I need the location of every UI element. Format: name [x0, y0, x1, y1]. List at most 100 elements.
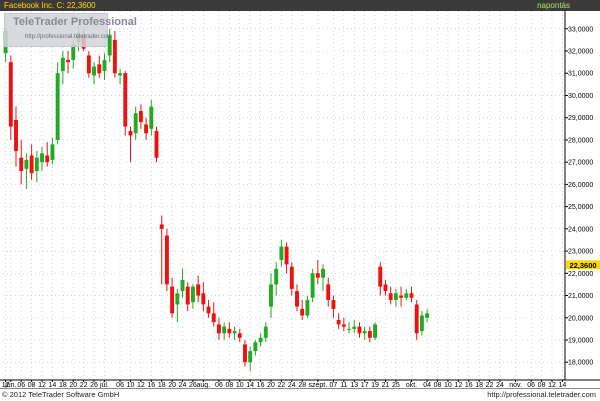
chart-footer: © 2012 TeleTrader Software GmbH http://p… [0, 388, 600, 401]
logo-url: http://professional.teletrader.com [25, 34, 113, 40]
candle-body [248, 351, 253, 363]
candle-body [419, 315, 424, 332]
candle-body [14, 119, 18, 152]
candle-body [24, 159, 29, 169]
candle-body [341, 324, 346, 327]
y-tick-label: 23,0000 [568, 249, 593, 256]
candle-body [159, 224, 164, 229]
y-tick-label: 18,0000 [568, 360, 593, 367]
y-tick-label: 31,0000 [568, 71, 593, 78]
candle-body [29, 155, 34, 174]
candle-body [331, 299, 336, 309]
candle-body [357, 326, 362, 334]
candle-body [305, 299, 310, 316]
y-tick-label: 28,0000 [568, 137, 593, 144]
instrument-title: Facebook Inc. C: 22,3600 [4, 1, 96, 10]
candle-body [196, 284, 201, 296]
candle-body [34, 157, 39, 172]
candle-body [102, 59, 107, 72]
candle-body [279, 246, 284, 260]
candle-body [112, 39, 117, 74]
period-label[interactable]: napontás [537, 0, 570, 11]
candle-body [50, 144, 55, 160]
candle-body [180, 279, 185, 292]
watermark-logo: TeleTrader Professional http://professio… [4, 13, 137, 47]
copyright-text: © 2012 TeleTrader Software GmbH [2, 390, 120, 399]
chart-header: Facebook Inc. C: 22,3600 napontás [0, 0, 600, 11]
candle-body [383, 284, 388, 292]
candle-body [45, 155, 50, 163]
candle-body [373, 324, 378, 338]
candle-body [201, 293, 206, 305]
candle-body [300, 308, 305, 316]
candle-body [123, 73, 128, 127]
y-tick-label: 19,0000 [568, 337, 593, 344]
candle-body [170, 286, 175, 314]
candle-body [274, 268, 279, 285]
candle-body [425, 313, 430, 318]
candle-body [269, 284, 273, 307]
candle-body [321, 268, 325, 278]
y-tick-label: 20,0000 [568, 315, 593, 322]
y-tick-label: 27,0000 [568, 160, 593, 167]
candle-body [227, 328, 232, 334]
y-tick-label: 25,0000 [568, 204, 593, 211]
candle-body [19, 157, 24, 172]
y-tick-label: 32,0000 [568, 49, 593, 56]
candle-body [217, 324, 221, 334]
candle-body [258, 337, 263, 343]
candle-body [118, 73, 123, 76]
candle-body [388, 293, 393, 300]
candle-body [347, 328, 351, 330]
y-tick-label: 33,0000 [568, 26, 593, 33]
candle-body [393, 293, 398, 300]
candle-body [352, 326, 357, 329]
candle-body [362, 331, 367, 334]
candle-body [206, 306, 211, 314]
footer-site-link[interactable]: http://professional.teletrader.com [487, 389, 596, 401]
candle-body [164, 235, 169, 285]
price-chart[interactable]: 18,0000 19,0000 20,0000 21,0000 22,0000 23,00… [0, 0, 600, 400]
candle-body [289, 266, 294, 289]
y-tick-label: 24,0000 [568, 226, 593, 233]
candle-body [149, 106, 154, 129]
candle-body [138, 111, 143, 123]
candle-body [175, 293, 180, 305]
candle-body [232, 331, 237, 334]
candle-body [336, 319, 341, 325]
candle-body [237, 333, 242, 338]
candle-body [211, 313, 216, 323]
candle-body [55, 73, 60, 140]
y-tick-label: 30,0000 [568, 93, 593, 100]
candle-body [315, 273, 320, 278]
candle-body [86, 55, 91, 74]
candle-body [409, 293, 414, 298]
candle-body [133, 113, 138, 134]
candle-body [60, 57, 65, 72]
candle-body [414, 304, 419, 334]
candle-body [263, 326, 268, 338]
y-tick-label: 26,0000 [568, 182, 593, 189]
candle-body [378, 266, 383, 287]
logo-brand: TeleTrader Professional [13, 16, 137, 28]
candle-body [40, 153, 44, 163]
candle-body [66, 59, 70, 63]
last-price-marker: 22,3600 [566, 260, 600, 270]
candle-body [144, 124, 149, 134]
candle-body [128, 131, 133, 136]
candle-body [185, 286, 190, 305]
candle-body [8, 62, 13, 127]
candle-body [222, 326, 227, 334]
candle-body [243, 344, 247, 363]
candle-body [154, 131, 159, 158]
y-tick-label: 29,0000 [568, 115, 593, 122]
last-price-label: 22,3600 [569, 261, 596, 270]
candle-body [97, 64, 102, 74]
candle-body [253, 342, 258, 352]
y-tick-label: 21,0000 [568, 293, 593, 300]
candle-body [310, 273, 315, 298]
candle-body [399, 295, 404, 298]
candle-body [404, 293, 409, 298]
candle-body [92, 66, 97, 76]
y-tick-label: 22,0000 [568, 271, 593, 278]
